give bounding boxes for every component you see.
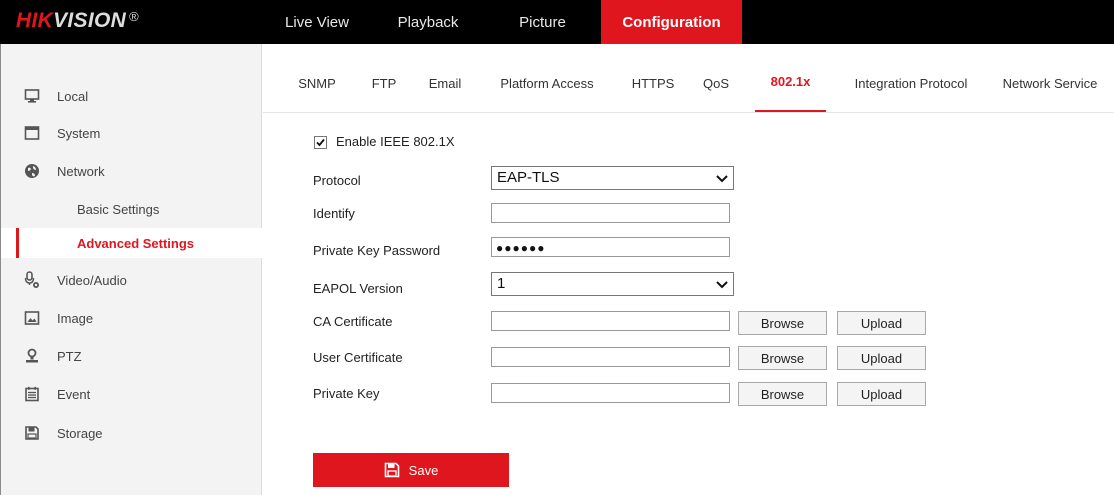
tab-802-1x[interactable]: 802.1x (755, 74, 826, 96)
sidebar-item-system[interactable]: System (1, 118, 262, 148)
private-key-label: Private Key (313, 386, 380, 401)
logo-text-red: HIK (16, 9, 54, 32)
sidebar-item-image[interactable]: Image (1, 303, 262, 333)
tab-qos[interactable]: QoS (691, 76, 741, 98)
tab-platform-access[interactable]: Platform Access (489, 76, 605, 98)
sidebar-item-label: Network (57, 163, 105, 179)
calendar-icon (23, 385, 41, 403)
ca-certificate-upload-button[interactable]: Upload (837, 311, 926, 335)
globe-icon (23, 162, 41, 180)
sidebar-item-label: Local (57, 88, 89, 104)
window-icon (23, 124, 41, 142)
sidebar-item-label: Image (57, 310, 94, 326)
monitor-icon (23, 87, 41, 105)
sidebar-item-local[interactable]: Local (1, 81, 262, 111)
private-key-path-input[interactable] (491, 383, 730, 403)
sidebar-item-label: System (57, 125, 101, 141)
sidebar-item-label: Advanced Settings (77, 235, 195, 251)
sidebar: Local System Network Basic Settings Adva… (0, 44, 262, 495)
floppy-icon (384, 462, 400, 478)
eapol-version-select[interactable]: 1 (491, 272, 734, 296)
sidebar-item-label: Basic Settings (77, 201, 160, 217)
sidebar-item-label: Event (57, 386, 91, 402)
protocol-select-value: EAP-TLS (497, 169, 560, 186)
hikvision-logo: HIK VISION ® (16, 9, 139, 35)
tab-email[interactable]: Email (420, 76, 470, 98)
checkmark-icon (316, 138, 325, 147)
ca-certificate-path-input[interactable] (491, 311, 730, 331)
ca-certificate-label: CA Certificate (313, 314, 393, 329)
nav-picture[interactable]: Picture (484, 0, 601, 44)
enable-ieee8021x-label: Enable IEEE 802.1X (336, 134, 455, 149)
eapol-version-label: EAPOL Version (313, 281, 403, 296)
logo-registered-mark: ® (129, 9, 139, 24)
protocol-label: Protocol (313, 173, 361, 188)
protocol-select[interactable]: EAP-TLS (491, 166, 734, 190)
sidebar-item-label: Video/Audio (57, 272, 127, 288)
user-certificate-upload-button[interactable]: Upload (837, 346, 926, 370)
tab-integration-protocol[interactable]: Integration Protocol (839, 76, 983, 98)
tab-snmp[interactable]: SNMP (296, 76, 338, 98)
identify-label: Identify (313, 206, 355, 221)
user-certificate-label: User Certificate (313, 350, 403, 365)
ca-certificate-browse-button[interactable]: Browse (738, 311, 827, 335)
tab-ftp[interactable]: FTP (364, 76, 404, 98)
nav-playback[interactable]: Playback (372, 0, 484, 44)
mic-camera-icon (23, 271, 41, 289)
eapol-version-select-value: 1 (497, 275, 506, 292)
sidebar-item-storage[interactable]: Storage (1, 418, 262, 448)
identify-input[interactable] (491, 203, 730, 223)
private-key-upload-button[interactable]: Upload (837, 382, 926, 406)
config-tabs: SNMP FTP Email Platform Access HTTPS QoS… (263, 44, 1114, 110)
private-key-password-input[interactable]: ●●●●●● (491, 237, 730, 257)
private-key-password-label: Private Key Password (313, 243, 441, 258)
sidebar-item-ptz[interactable]: PTZ (1, 341, 262, 371)
sidebar-item-basic-settings[interactable]: Basic Settings (1, 194, 262, 224)
tab-divider (263, 112, 1114, 113)
save-button-label: Save (408, 462, 439, 478)
sidebar-item-event[interactable]: Event (1, 379, 262, 409)
top-nav: Live View Playback Picture Configuration (262, 0, 742, 44)
sidebar-item-video-audio[interactable]: Video/Audio (1, 265, 262, 295)
image-icon (23, 309, 41, 327)
sidebar-item-label: Storage (57, 425, 103, 441)
sidebar-item-label: PTZ (57, 348, 82, 364)
tab-network-service[interactable]: Network Service (993, 76, 1107, 98)
tab-https[interactable]: HTTPS (625, 76, 681, 98)
save-button[interactable]: Save (313, 453, 509, 487)
sidebar-item-advanced-settings[interactable]: Advanced Settings (1, 228, 262, 258)
chevron-down-icon (715, 172, 729, 189)
nav-live-view[interactable]: Live View (262, 0, 372, 44)
logo-text-grey: VISION (53, 9, 127, 32)
sidebar-item-network[interactable]: Network (1, 156, 262, 186)
user-certificate-path-input[interactable] (491, 347, 730, 367)
ptz-icon (23, 347, 41, 365)
password-mask: ●●●●●● (496, 241, 546, 255)
floppy-icon (23, 424, 41, 442)
user-certificate-browse-button[interactable]: Browse (738, 346, 827, 370)
private-key-browse-button[interactable]: Browse (738, 382, 827, 406)
nav-configuration[interactable]: Configuration (601, 0, 742, 44)
enable-ieee8021x-checkbox[interactable] (314, 136, 327, 149)
chevron-down-icon (715, 278, 729, 295)
top-bar: HIK VISION ® Live View Playback Picture Co… (0, 0, 1114, 44)
